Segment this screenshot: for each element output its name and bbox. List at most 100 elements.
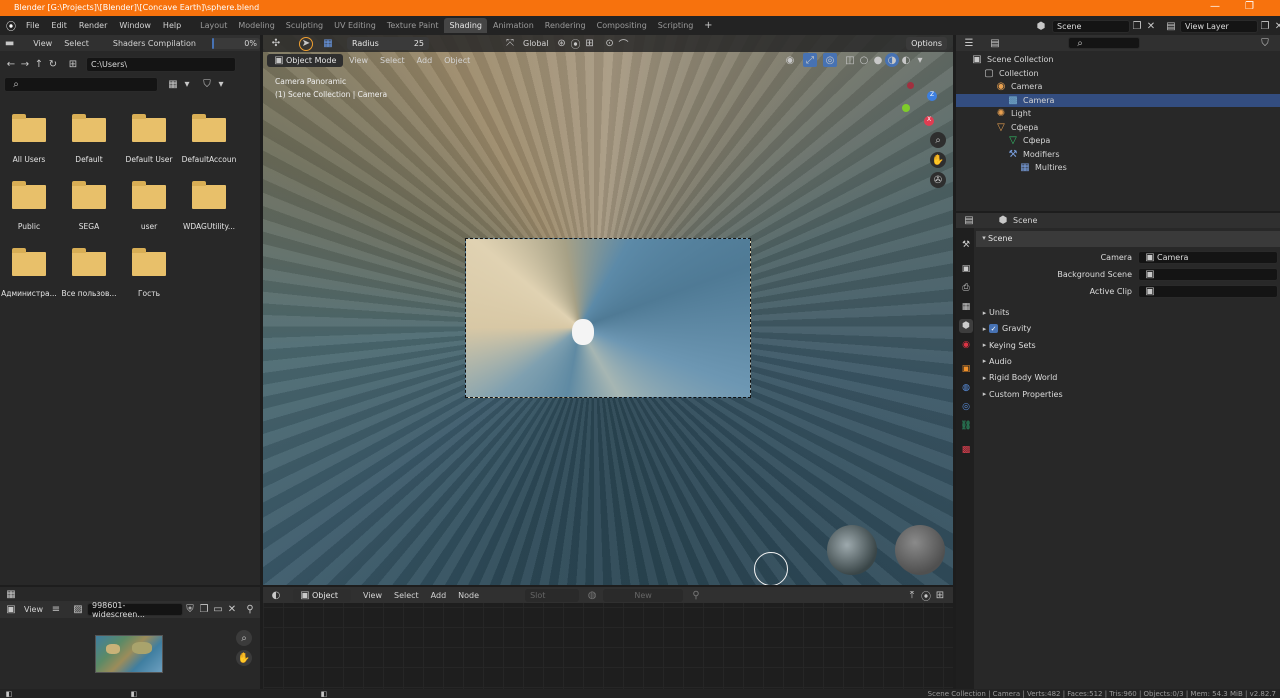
snap-icon[interactable]: ⦿ <box>919 588 933 603</box>
gizmo-y-axis[interactable] <box>902 104 910 112</box>
editor-type-icon[interactable]: ▬ <box>4 36 15 50</box>
editor-type-icon[interactable]: ◐ <box>269 588 283 602</box>
workspace-tab-sculpting[interactable]: Sculpting <box>281 18 328 33</box>
shading-options-icon[interactable]: ▾ <box>913 53 927 67</box>
visibility-icon[interactable]: ◉ <box>783 53 797 67</box>
scene-selector[interactable]: Scene <box>1052 19 1130 33</box>
snap-mode-icon[interactable]: ⊞ <box>933 588 947 602</box>
workspace-tab-uv-editing[interactable]: UV Editing <box>329 18 381 33</box>
subpanel-header[interactable]: ▸ Keying Sets <box>980 338 1036 353</box>
select-mode-icon[interactable]: ▦ <box>321 37 335 51</box>
add-workspace-button[interactable]: + <box>701 19 715 33</box>
workspace-tab-scripting[interactable]: Scripting <box>653 18 699 33</box>
duplicate-icon[interactable]: ❐ <box>197 603 211 617</box>
menu-add[interactable]: Add <box>425 591 453 600</box>
shader-type-dropdown[interactable]: ▣ Object <box>293 588 351 602</box>
menu-select[interactable]: Select <box>58 39 95 48</box>
proportional-edit-icon[interactable]: ⊙ <box>603 37 617 51</box>
menu-select[interactable]: Select <box>374 56 411 65</box>
menu-view[interactable]: View <box>27 39 58 48</box>
filter-icon[interactable]: ⛉ <box>1258 36 1272 50</box>
outliner-row[interactable]: ▢ Collection <box>956 67 1280 81</box>
folder-item[interactable]: Default User <box>120 114 178 164</box>
filter-icon[interactable]: ⛉ <box>200 77 214 91</box>
navigation-gizmo[interactable]: Z X <box>893 80 943 130</box>
subpanel-header[interactable]: ▸ Audio <box>980 354 1012 369</box>
menu-object[interactable]: Object <box>438 56 476 65</box>
camera-view-icon[interactable]: ✇ <box>930 172 946 188</box>
falloff-icon[interactable]: ⌒ <box>617 37 631 51</box>
workspace-tab-layout[interactable]: Layout <box>195 18 232 33</box>
menu-edit[interactable]: Edit <box>45 21 73 30</box>
outliner-row[interactable]: ▩ Camera <box>956 93 1280 107</box>
wireframe-shading-icon[interactable]: ○ <box>857 53 871 67</box>
unlink-icon[interactable]: ✕ <box>225 603 239 617</box>
workspace-tab-modeling[interactable]: Modeling <box>233 18 279 33</box>
output-tab-icon[interactable]: ⎙ <box>959 281 973 295</box>
blender-logo-icon[interactable]: ⦿ <box>4 19 18 33</box>
outliner-row[interactable]: ◉ Camera <box>956 80 1280 94</box>
options-button[interactable]: Options <box>906 37 947 50</box>
hand-pan-icon[interactable]: ✋ <box>930 152 946 168</box>
new-scene-icon[interactable]: ❐ <box>1130 19 1144 33</box>
gizmo-neg-x[interactable] <box>907 82 914 89</box>
outliner-search-input[interactable]: ⌕ <box>1068 37 1140 49</box>
delete-scene-icon[interactable]: ✕ <box>1144 19 1158 33</box>
refresh-icon[interactable]: ↻ <box>46 57 60 71</box>
chevron-right-icon[interactable]: ▸ <box>980 354 989 368</box>
modifier-tab-icon[interactable]: ◍ <box>959 381 973 395</box>
maximize-button[interactable]: ❐ <box>1245 1 1254 12</box>
gizmo-toggle-icon[interactable]: ⤢ <box>803 53 817 67</box>
menu-render[interactable]: Render <box>73 21 113 30</box>
display-mode-icon[interactable]: ▤ <box>988 36 1002 50</box>
property-field[interactable]: ▣ <box>1138 268 1278 281</box>
folder-item[interactable]: Все пользов... <box>60 248 118 298</box>
overlay-toggle-icon[interactable]: ◎ <box>823 53 837 67</box>
snap-target-icon[interactable]: ⊞ <box>583 37 597 51</box>
subpanel-header[interactable]: ▸ Units <box>980 305 1010 320</box>
radius-field[interactable]: Radius 25 <box>347 37 429 50</box>
menu-view[interactable]: View <box>343 56 374 65</box>
forward-arrow-icon[interactable]: → <box>18 57 32 71</box>
hand-pan-icon[interactable]: ✋ <box>236 650 252 666</box>
chevron-right-icon[interactable]: ▸ <box>980 338 989 352</box>
zoom-icon[interactable]: ⌕ <box>236 630 252 646</box>
new-folder-icon[interactable]: ⊞ <box>66 57 80 71</box>
world-tab-icon[interactable]: ◉ <box>959 338 973 352</box>
minimize-button[interactable]: — <box>1210 1 1220 12</box>
workspace-tab-texture-paint[interactable]: Texture Paint <box>382 18 444 33</box>
image-name-field[interactable]: 998601-widescreen... <box>86 601 183 619</box>
folder-item[interactable]: Администра... <box>0 248 58 298</box>
outliner-row[interactable]: ▽ Сфера <box>956 134 1280 148</box>
folder-item[interactable]: user <box>120 181 178 231</box>
render-tab-icon[interactable]: ▣ <box>959 262 973 276</box>
subpanel-header[interactable]: ▸ Rigid Body World <box>980 370 1058 385</box>
menu-view[interactable]: View <box>357 591 388 600</box>
folder-item[interactable]: Public <box>0 181 58 231</box>
view-layer-tab-icon[interactable]: ▦ <box>959 300 973 314</box>
gizmo-z-axis[interactable]: Z <box>927 91 937 101</box>
scene-panel-header[interactable] <box>976 231 1280 247</box>
menu-file[interactable]: File <box>20 21 45 30</box>
parent-node-icon[interactable]: ⤒ <box>905 588 919 602</box>
folder-item[interactable]: DefaultAccoun <box>180 114 238 164</box>
chevron-down-icon[interactable]: ▾ <box>180 77 194 91</box>
zoom-icon[interactable]: ⌕ <box>930 132 946 148</box>
delete-view-layer-icon[interactable]: ✕ <box>1272 19 1280 33</box>
folder-item[interactable]: WDAGUtility... <box>180 181 238 231</box>
editor-type-icon[interactable]: ☰ <box>962 36 976 50</box>
editor-type-icon[interactable]: ▦ <box>4 587 18 601</box>
constraints-tab-icon[interactable]: ⛓ <box>959 419 973 433</box>
gravity-checkbox[interactable]: ✓ <box>989 324 998 334</box>
physics-tab-icon[interactable]: ◎ <box>959 400 973 414</box>
menu-select[interactable]: Select <box>388 591 425 600</box>
editor-type-icon[interactable]: ▤ <box>962 214 976 228</box>
chevron-right-icon[interactable]: ▸ <box>980 306 989 320</box>
chevron-right-icon[interactable]: ▸ <box>980 322 989 336</box>
chevron-right-icon[interactable]: ▸ <box>980 387 989 401</box>
fake-user-icon[interactable]: ⛨ <box>183 603 197 617</box>
folder-item[interactable]: Гость <box>120 248 178 298</box>
workspace-tab-shading[interactable]: Shading <box>444 18 487 33</box>
outliner-row[interactable]: ▦ Multires <box>956 161 1280 175</box>
workspace-tab-rendering[interactable]: Rendering <box>540 18 591 33</box>
